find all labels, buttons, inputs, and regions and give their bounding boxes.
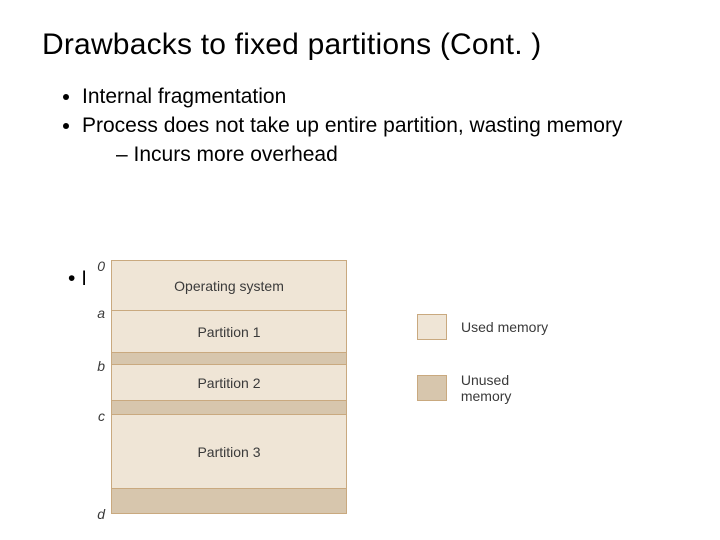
seg-gap1	[112, 353, 346, 365]
swatch-used	[417, 314, 447, 340]
seg-gap2	[112, 401, 346, 415]
seg-os: Operating system	[112, 261, 346, 311]
seg-p3: Partition 3	[112, 415, 346, 489]
bullet-text: Process does not take up entire partitio…	[82, 114, 622, 137]
tick-d: d	[83, 506, 105, 522]
bullet-item: Internal fragmentation	[82, 84, 678, 111]
seg-gap3	[112, 489, 346, 513]
legend-row-unused: Unused memory	[417, 372, 563, 404]
seg-p2: Partition 2	[112, 365, 346, 401]
tick-a: a	[83, 305, 105, 321]
memory-column: Operating system Partition 1 Partition 2…	[111, 260, 347, 514]
sub-bullet-list: Incurs more overhead	[82, 142, 678, 169]
tick-c: c	[83, 408, 105, 424]
memory-figure: 0 a b c d Operating system Partition 1 P…	[83, 260, 563, 520]
bullet-list: Internal fragmentation Process does not …	[58, 84, 678, 169]
legend-label-used: Used memory	[461, 319, 548, 335]
seg-p1: Partition 1	[112, 311, 346, 353]
bullet-item: Process does not take up entire partitio…	[82, 113, 678, 169]
legend: Used memory Unused memory	[417, 314, 563, 436]
legend-row-used: Used memory	[417, 314, 563, 340]
legend-label-unused: Unused memory	[461, 372, 563, 404]
tick-b: b	[83, 358, 105, 374]
tick-0: 0	[83, 258, 105, 274]
sub-bullet-item: Incurs more overhead	[116, 142, 678, 169]
swatch-unused	[417, 375, 447, 401]
slide-title: Drawbacks to fixed partitions (Cont. )	[42, 28, 678, 62]
